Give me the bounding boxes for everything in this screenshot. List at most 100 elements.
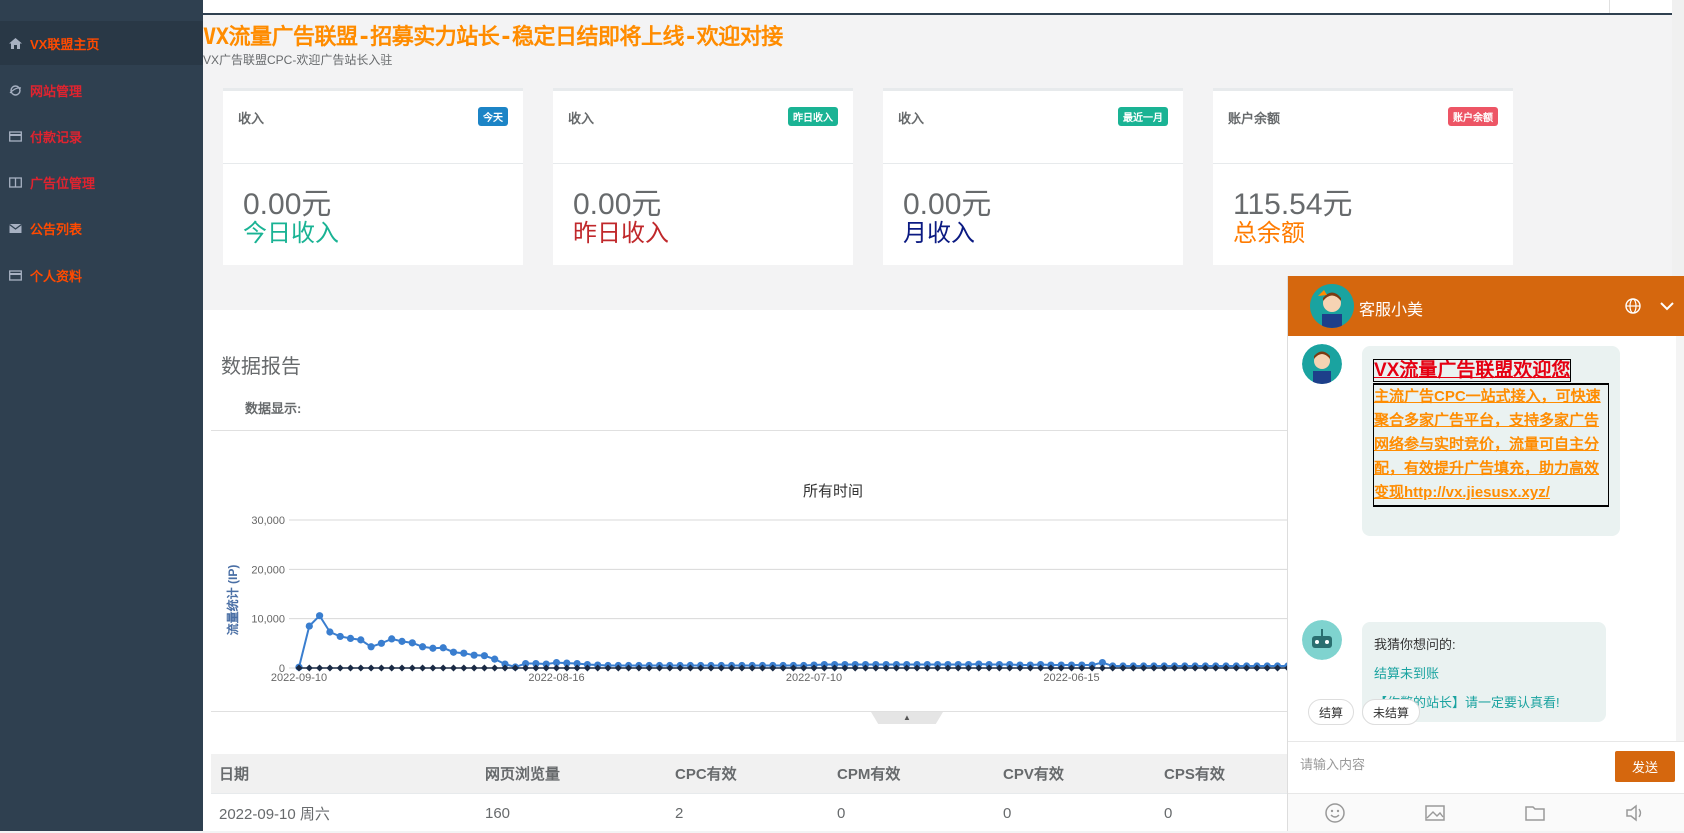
- data-point[interactable]: [470, 651, 478, 659]
- chat-widget: 客服小美 VX流量广告联盟欢迎您 主流广告CPC一站式接入，可快速聚合多家广告平…: [1287, 276, 1684, 831]
- data-point[interactable]: [377, 639, 385, 647]
- top-bar-border: [203, 13, 1681, 15]
- data-point[interactable]: [419, 643, 427, 651]
- card-title: 收入: [568, 111, 595, 126]
- card-divider: [1213, 163, 1513, 164]
- column-header[interactable]: CPV有效: [995, 754, 1156, 794]
- agent-name: 客服小美: [1359, 302, 1424, 319]
- data-point[interactable]: [450, 664, 457, 672]
- quick-reply-unsettled[interactable]: 未结算: [1362, 699, 1420, 725]
- data-point[interactable]: [346, 634, 355, 642]
- data-point[interactable]: [357, 636, 365, 644]
- column-header[interactable]: CPM有效: [829, 754, 995, 794]
- welcome-message: VX流量广告联盟欢迎您 主流广告CPC一站式接入，可快速聚合多家广告平台，支持多…: [1362, 346, 1620, 536]
- x-tick-label: 2022-06-15: [1043, 672, 1099, 684]
- card-icon: [8, 268, 22, 282]
- sidebar-item-label: 公告列表: [30, 221, 83, 237]
- chat-scrollbar[interactable]: [1676, 336, 1684, 741]
- data-point[interactable]: [491, 664, 499, 672]
- data-point[interactable]: [305, 664, 313, 672]
- sidebar-item[interactable]: 付款记录: [0, 114, 203, 158]
- data-point[interactable]: [470, 664, 478, 672]
- data-point[interactable]: [377, 664, 385, 672]
- data-point[interactable]: [347, 664, 354, 672]
- sidebar-item[interactable]: 公告列表: [0, 206, 203, 250]
- data-point[interactable]: [460, 649, 468, 657]
- collapse-chart-button[interactable]: ▲: [871, 712, 943, 724]
- data-point[interactable]: [553, 664, 560, 672]
- faq-lead: 我猜你想问的:: [1374, 637, 1456, 652]
- data-point[interactable]: [408, 664, 416, 672]
- send-button[interactable]: 发送: [1615, 751, 1675, 782]
- announcement-marquee[interactable]: VX流量广告联盟-招募实力站长-稳定日结即将上线-欢迎对接: [203, 19, 783, 51]
- data-point[interactable]: [398, 664, 406, 672]
- data-point[interactable]: [429, 644, 437, 652]
- data-point[interactable]: [439, 644, 447, 652]
- data-point[interactable]: [336, 664, 344, 672]
- data-point[interactable]: [398, 637, 406, 645]
- table-cell: 160: [485, 804, 511, 822]
- column-header[interactable]: 网页浏览量: [477, 754, 667, 794]
- card-badge: 今天: [478, 107, 508, 126]
- welcome-title[interactable]: VX流量广告联盟欢迎您: [1372, 359, 1572, 382]
- y-tick-label: 10,000: [251, 614, 285, 626]
- data-point[interactable]: [1098, 664, 1106, 672]
- columns-icon: [8, 175, 22, 189]
- card-badge: 昨日收入: [788, 107, 838, 126]
- folder-icon[interactable]: [1524, 802, 1546, 824]
- quick-reply-settle[interactable]: 结算: [1308, 699, 1354, 725]
- data-point[interactable]: [480, 664, 488, 672]
- data-point[interactable]: [326, 664, 334, 672]
- card-badge: 最近一月: [1118, 107, 1168, 126]
- data-point[interactable]: [460, 664, 468, 672]
- data-point[interactable]: [367, 664, 375, 672]
- data-point[interactable]: [336, 632, 344, 641]
- data-point[interactable]: [439, 664, 447, 672]
- card-label: 总余额: [1233, 220, 1305, 247]
- data-point[interactable]: [480, 652, 488, 660]
- home-icon: [8, 36, 22, 50]
- language-globe-icon[interactable]: [1624, 297, 1642, 315]
- card-title: 收入: [898, 111, 925, 126]
- sidebar: VX联盟主页 网站管理 付款记录 广告位管理公告列表个人资料: [0, 0, 203, 831]
- agent-avatar: [1302, 344, 1342, 384]
- chevron-down-icon[interactable]: [1658, 297, 1676, 315]
- data-point[interactable]: [449, 648, 458, 656]
- data-point[interactable]: [388, 664, 396, 672]
- data-point[interactable]: [367, 643, 375, 651]
- chat-toolbar: [1288, 793, 1684, 831]
- data-point[interactable]: [326, 628, 334, 636]
- sidebar-item[interactable]: 个人资料: [0, 253, 203, 297]
- data-point[interactable]: [408, 639, 416, 647]
- chat-message-input[interactable]: [1300, 757, 1600, 772]
- stat-card: 账户余额 账户余额 115.54元 总余额: [1213, 88, 1513, 265]
- sidebar-item[interactable]: VX联盟主页: [0, 21, 203, 65]
- report-title: 数据报告: [221, 356, 301, 378]
- speaker-icon[interactable]: [1624, 802, 1646, 824]
- data-point[interactable]: [316, 664, 324, 672]
- stat-card: 收入 今天 0.00元 今日收入: [223, 88, 523, 265]
- announcement-subtitle[interactable]: VX广告联盟CPC-欢迎广告站长入驻: [203, 51, 392, 68]
- stat-card: 收入 昨日收入 0.00元 昨日收入: [553, 88, 853, 265]
- data-point[interactable]: [388, 635, 396, 643]
- welcome-body-link[interactable]: 主流广告CPC一站式接入，可快速聚合多家广告平台，支持多家广告网络参与实时竞价，…: [1373, 383, 1609, 507]
- sidebar-item[interactable]: 网站管理: [0, 68, 203, 112]
- data-point[interactable]: [305, 622, 313, 630]
- faq-link[interactable]: 结算未到账: [1374, 663, 1594, 682]
- data-point[interactable]: [419, 664, 427, 672]
- series-line: [298, 614, 1303, 669]
- data-point[interactable]: [357, 664, 365, 672]
- sidebar-item[interactable]: 广告位管理: [0, 160, 203, 204]
- column-header[interactable]: CPC有效: [667, 754, 829, 794]
- top-bar: [203, 0, 1681, 14]
- data-display-label: 数据显示:: [245, 401, 302, 416]
- data-point[interactable]: [316, 612, 324, 620]
- y-tick-label: 20,000: [251, 564, 285, 576]
- data-point[interactable]: [491, 655, 499, 663]
- x-tick-label: 2022-09-10: [271, 672, 327, 684]
- data-point[interactable]: [429, 664, 437, 672]
- column-header[interactable]: 日期: [211, 754, 477, 794]
- image-icon[interactable]: [1424, 802, 1446, 824]
- emoji-icon[interactable]: [1324, 802, 1346, 824]
- top-bar-divider: [1609, 0, 1610, 13]
